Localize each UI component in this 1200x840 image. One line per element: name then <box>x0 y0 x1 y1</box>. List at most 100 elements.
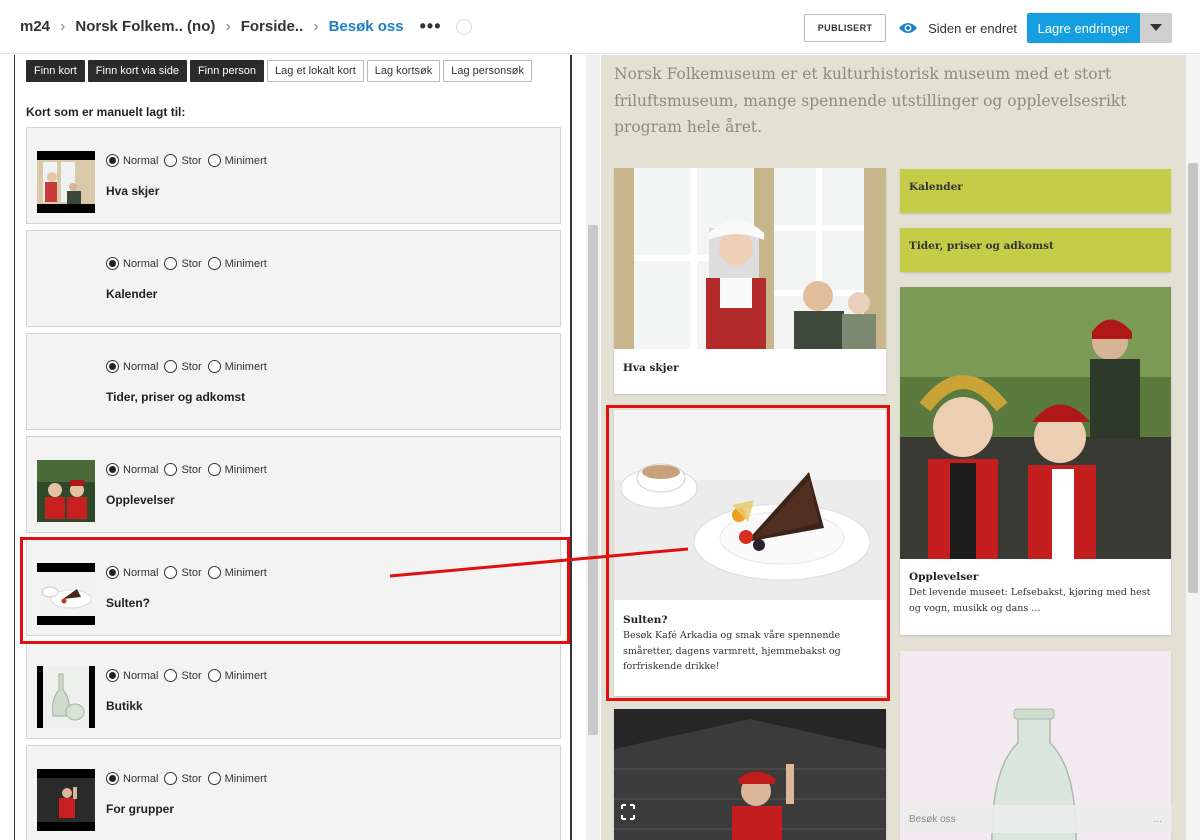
tile-tider[interactable]: Tider, priser og adkomst <box>900 228 1171 272</box>
save-button-group: Lagre endringer <box>1027 13 1172 43</box>
card-title: Hva skjer <box>106 184 160 198</box>
card-title: For grupper <box>106 802 174 816</box>
radio-empty-icon <box>207 772 221 785</box>
tile-title: Hva skjer <box>623 362 679 374</box>
radio-large[interactable]: Stor <box>164 257 202 270</box>
breadcrumb-item-site[interactable]: Norsk Folkem.. (no) <box>75 18 215 35</box>
radio-empty-icon <box>207 154 221 167</box>
radio-minimized[interactable]: Minimert <box>207 566 267 579</box>
card-thumbnail <box>37 151 95 213</box>
breadcrumb-item-frontpage[interactable]: Forside.. <box>241 18 304 35</box>
breadcrumb-item-root[interactable]: m24 <box>20 18 50 35</box>
card-item-tider[interactable]: Normal Stor Minimert Tider, priser og ad… <box>26 333 561 430</box>
radio-minimized[interactable]: Minimert <box>207 669 267 682</box>
card-item-sulten[interactable]: Normal Stor Minimert Sulten? <box>26 539 561 636</box>
left-scrollbar-thumb[interactable] <box>588 225 598 735</box>
besok-oss-label: Besøk oss <box>909 813 956 825</box>
create-local-card-button[interactable]: Lag et lokalt kort <box>267 60 364 82</box>
radio-empty-icon <box>164 669 178 682</box>
radio-normal[interactable]: Normal <box>106 669 158 682</box>
tile-for-grupper[interactable] <box>614 709 886 840</box>
radio-normal[interactable]: Normal <box>106 360 158 373</box>
intro-text: Norsk Folkemuseum er et kulturhistorisk … <box>614 65 1127 136</box>
radio-empty-icon <box>164 257 178 270</box>
tile-image <box>614 168 886 349</box>
top-bar: m24 › Norsk Folkem.. (no) › Forside.. › … <box>0 0 1200 54</box>
radio-selected-icon <box>106 257 119 270</box>
radio-large[interactable]: Stor <box>164 566 202 579</box>
size-radio-group: Normal Stor Minimert <box>106 463 273 476</box>
radio-empty-icon <box>164 154 178 167</box>
tile-title: Sulten? <box>623 614 668 626</box>
page-scrollbar-thumb[interactable] <box>1188 163 1198 593</box>
radio-normal[interactable]: Normal <box>106 566 158 579</box>
card-item-opplevelser[interactable]: Normal Stor Minimert Opplevelser <box>26 436 561 533</box>
card-item-hva-skjer[interactable]: Normal Stor Minimert Hva skjer <box>26 127 561 224</box>
radio-normal[interactable]: Normal <box>106 463 158 476</box>
card-toolbar: Finn kort Finn kort via side Finn person… <box>26 60 532 82</box>
card-item-for-grupper[interactable]: Normal Stor Minimert For grupper <box>26 745 561 840</box>
radio-empty-icon <box>164 566 178 579</box>
card-thumbnail <box>37 666 95 728</box>
card-title: Sulten? <box>106 596 150 610</box>
tile-description: Det levende museet: Lefsebakst, kjøring … <box>909 587 1151 614</box>
radio-minimized[interactable]: Minimert <box>207 772 267 785</box>
caret-down-icon[interactable] <box>1140 13 1172 43</box>
card-item-butikk[interactable]: Normal Stor Minimert Butikk <box>26 642 561 739</box>
radio-normal[interactable]: Normal <box>106 257 158 270</box>
radio-selected-icon <box>106 566 119 579</box>
find-person-button[interactable]: Finn person <box>189 60 265 82</box>
loading-spinner-icon <box>455 18 472 35</box>
card-title: Kalender <box>106 287 158 301</box>
card-title: Butikk <box>106 699 143 713</box>
radio-normal[interactable]: Normal <box>106 772 158 785</box>
header-actions: PUBLISERT Siden er endret Lagre endringe… <box>804 13 1172 43</box>
card-thumbnail <box>37 563 95 625</box>
radio-minimized[interactable]: Minimert <box>207 154 267 167</box>
radio-empty-icon <box>207 360 221 373</box>
card-title: Opplevelser <box>106 493 175 507</box>
size-radio-group: Normal Stor Minimert <box>106 669 273 682</box>
radio-selected-icon <box>106 772 119 785</box>
tile-kalender[interactable]: Kalender <box>900 169 1171 213</box>
radio-large[interactable]: Stor <box>164 669 202 682</box>
chevron-right-icon: › <box>313 17 319 35</box>
tile-opplevelser[interactable]: Opplevelser Det levende museet: Lefsebak… <box>900 287 1171 635</box>
radio-large[interactable]: Stor <box>164 463 202 476</box>
size-radio-group: Normal Stor Minimert <box>106 772 273 785</box>
card-item-kalender[interactable]: Normal Stor Minimert Kalender <box>26 230 561 327</box>
breadcrumb-item-current[interactable]: Besøk oss <box>329 18 404 35</box>
tile-image <box>614 410 886 600</box>
tile-image <box>900 287 1171 559</box>
create-person-search-button[interactable]: Lag personsøk <box>443 60 532 82</box>
size-radio-group: Normal Stor Minimert <box>106 154 273 167</box>
chevron-right-icon: › <box>60 17 66 35</box>
radio-large[interactable]: Stor <box>164 154 202 167</box>
radio-minimized[interactable]: Minimert <box>207 360 267 373</box>
more-options-icon[interactable]: ... <box>1154 814 1162 825</box>
breadcrumb: m24 › Norsk Folkem.. (no) › Forside.. › … <box>0 0 472 54</box>
radio-minimized[interactable]: Minimert <box>207 257 267 270</box>
radio-empty-icon <box>207 669 221 682</box>
radio-normal[interactable]: Normal <box>106 154 158 167</box>
size-radio-group: Normal Stor Minimert <box>106 566 273 579</box>
published-button[interactable]: PUBLISERT <box>804 14 887 42</box>
tile-image <box>614 709 886 840</box>
card-thumbnail <box>37 460 95 522</box>
save-changes-button[interactable]: Lagre endringer <box>1027 13 1140 43</box>
radio-large[interactable]: Stor <box>164 772 202 785</box>
size-radio-group: Normal Stor Minimert <box>106 360 273 373</box>
tile-hva-skjer[interactable]: Hva skjer <box>614 168 886 394</box>
tile-sulten[interactable]: Sulten? Besøk Kafé Arkadia og smak våre … <box>614 410 886 696</box>
more-options-icon[interactable]: ••• <box>420 16 442 37</box>
radio-minimized[interactable]: Minimert <box>207 463 267 476</box>
radio-selected-icon <box>106 463 119 476</box>
create-card-search-button[interactable]: Lag kortsøk <box>366 60 441 82</box>
radio-large[interactable]: Stor <box>164 360 202 373</box>
tile-title: Kalender <box>909 181 963 193</box>
besok-oss-tag[interactable]: Besøk oss ... <box>902 805 1172 833</box>
eye-icon[interactable] <box>898 21 918 35</box>
find-card-button[interactable]: Finn kort <box>26 60 85 82</box>
find-card-via-page-button[interactable]: Finn kort via side <box>87 60 187 82</box>
radio-empty-icon <box>164 463 178 476</box>
